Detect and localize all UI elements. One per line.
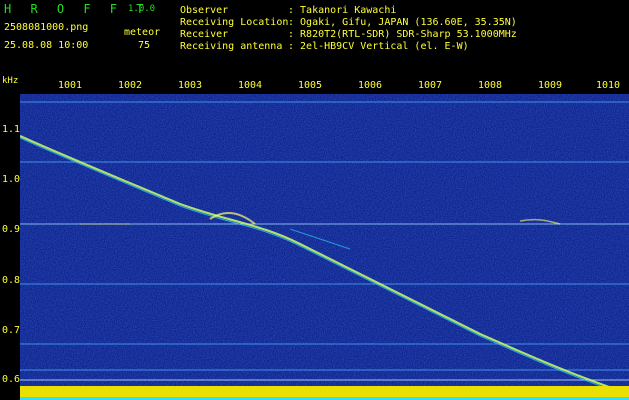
- spectrogram-graphic: [20, 94, 629, 400]
- time-tick: 1009: [538, 80, 563, 91]
- spectrogram-view[interactable]: [20, 94, 629, 400]
- freq-tick: 0.7: [2, 325, 21, 336]
- observer-label: Observer: [180, 5, 229, 16]
- antenna-value: : 2el-HB9CV Vertical (el. E-W): [288, 41, 469, 52]
- noise-texture: [20, 94, 629, 400]
- meteor-label: meteor: [124, 27, 161, 38]
- time-tick: 1004: [238, 80, 263, 91]
- time-tick: 1001: [58, 80, 83, 91]
- time-tick: 1003: [178, 80, 203, 91]
- freq-tick: 0.6: [2, 374, 21, 385]
- header-panel: H R O F F T 1.0.0 2508081000.png 25.08.0…: [0, 0, 629, 78]
- location-label: Receiving Location: [180, 17, 289, 28]
- observer-value: : Takanori Kawachi: [288, 5, 397, 16]
- freq-tick: 0.9: [2, 224, 21, 235]
- freq-tick: 0.8: [2, 275, 21, 286]
- receiver-label: Receiver: [180, 29, 229, 40]
- freq-tick: 1.1: [2, 124, 21, 135]
- antenna-label: Receiving antenna: [180, 41, 283, 52]
- time-axis: 1001 1002 1003 1004 1005 1006 1007 1008 …: [0, 80, 629, 94]
- freq-tick: 1.0: [2, 174, 21, 185]
- location-value: : Ogaki, Gifu, JAPAN (136.60E, 35.35N): [288, 17, 517, 28]
- time-tick: 1002: [118, 80, 143, 91]
- datetime: 25.08.08 10:00: [4, 40, 89, 51]
- time-tick: 1008: [478, 80, 503, 91]
- time-tick: 1010: [596, 80, 621, 91]
- meteor-count: 75: [138, 40, 151, 51]
- time-tick: 1007: [418, 80, 443, 91]
- filename: 2508081000.png: [4, 22, 89, 33]
- time-tick: 1005: [298, 80, 323, 91]
- app-version: 1.0.0: [128, 4, 156, 14]
- receiver-value: : R820T2(RTL-SDR) SDR-Sharp 53.1000MHz: [288, 29, 517, 40]
- time-tick: 1006: [358, 80, 383, 91]
